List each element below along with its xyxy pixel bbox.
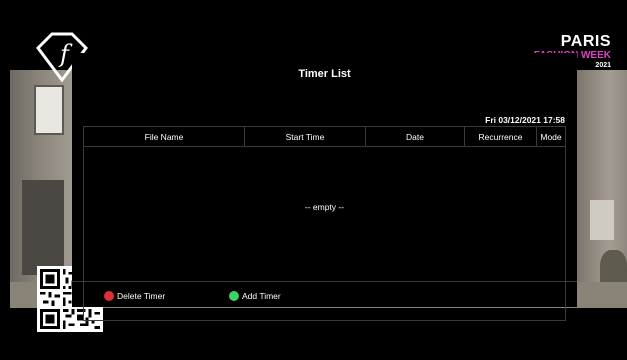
add-timer-label: Add Timer <box>242 291 281 301</box>
column-header-recurrence[interactable]: Recurrence <box>465 127 537 147</box>
delete-timer-label: Delete Timer <box>117 291 166 301</box>
column-header-mode[interactable]: Mode <box>537 127 565 147</box>
table-header: File Name Start Time Date Recurrence Mod… <box>84 127 565 147</box>
building-window <box>34 85 64 135</box>
green-key-icon <box>229 291 239 301</box>
building-door <box>22 180 64 275</box>
delete-timer-button[interactable]: Delete Timer <box>104 290 165 302</box>
column-header-file-name[interactable]: File Name <box>84 127 245 147</box>
dialog-footer: Delete Timer Add Timer <box>72 281 577 307</box>
svg-text:f: f <box>58 40 73 68</box>
add-timer-button[interactable]: Add Timer <box>229 290 281 302</box>
dialog-title: Timer List <box>298 68 351 80</box>
empty-list-message: -- empty -- <box>304 202 345 212</box>
column-header-date[interactable]: Date <box>366 127 465 147</box>
brand-line-1: PARIS <box>560 33 611 50</box>
current-datetime: Fri 03/12/2021 17:58 <box>485 115 565 125</box>
building-window-right <box>590 200 614 240</box>
timer-list-dialog: Timer List Fri 03/12/2021 17:58 File Nam… <box>72 53 577 321</box>
column-header-start-time[interactable]: Start Time <box>245 127 366 147</box>
red-key-icon <box>104 291 114 301</box>
